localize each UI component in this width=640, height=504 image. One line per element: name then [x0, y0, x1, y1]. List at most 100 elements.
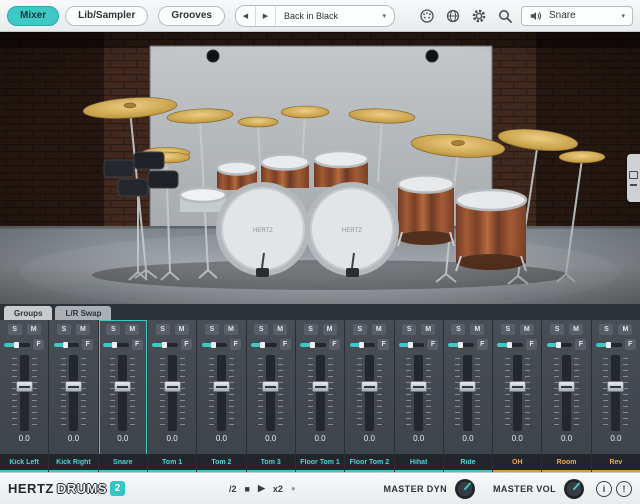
- solo-button[interactable]: S: [156, 324, 170, 335]
- mute-button[interactable]: M: [175, 324, 189, 335]
- fader-track[interactable]: [513, 355, 522, 431]
- record-dot-button[interactable]: ●: [291, 484, 296, 493]
- stage-side-panel-tab[interactable]: [627, 154, 640, 202]
- fader-flip-button[interactable]: F: [378, 339, 389, 350]
- gear-icon[interactable]: [469, 6, 489, 26]
- mute-button[interactable]: M: [372, 324, 386, 335]
- pan-slider[interactable]: [399, 343, 425, 347]
- fader-flip-button[interactable]: F: [477, 339, 488, 350]
- solo-button[interactable]: S: [501, 324, 515, 335]
- fader-track[interactable]: [20, 355, 29, 431]
- volume-fader[interactable]: [406, 355, 431, 431]
- mute-button[interactable]: M: [520, 324, 534, 335]
- search-icon[interactable]: [495, 6, 515, 26]
- fader-flip-button[interactable]: F: [82, 339, 93, 350]
- preset-name-dropdown[interactable]: Back in Black ▾: [276, 6, 394, 26]
- fader-cap[interactable]: [114, 381, 131, 392]
- solo-button[interactable]: S: [402, 324, 416, 335]
- channel-name[interactable]: Room: [542, 454, 590, 472]
- pan-handle[interactable]: [162, 342, 167, 348]
- volume-fader[interactable]: [505, 355, 530, 431]
- fader-track[interactable]: [168, 355, 177, 431]
- solo-button[interactable]: S: [106, 324, 120, 335]
- mute-button[interactable]: M: [224, 324, 238, 335]
- pan-handle[interactable]: [606, 342, 611, 348]
- stop-button[interactable]: ■: [245, 484, 250, 494]
- pan-handle[interactable]: [408, 342, 413, 348]
- fader-cap[interactable]: [16, 381, 33, 392]
- fader-flip-button[interactable]: F: [181, 339, 192, 350]
- half-tempo-button[interactable]: /2: [229, 484, 237, 494]
- pan-slider[interactable]: [350, 343, 376, 347]
- mute-button[interactable]: M: [323, 324, 337, 335]
- volume-fader[interactable]: [455, 355, 480, 431]
- channel-name[interactable]: Floor Tom 2: [345, 454, 393, 472]
- preset-next-button[interactable]: ▶: [256, 6, 276, 26]
- pan-handle[interactable]: [310, 342, 315, 348]
- instrument-selector[interactable]: Snare ▾: [521, 6, 633, 26]
- fader-track[interactable]: [365, 355, 374, 431]
- pan-slider[interactable]: [596, 343, 622, 347]
- volume-fader[interactable]: [603, 355, 628, 431]
- mute-button[interactable]: M: [273, 324, 287, 335]
- channel-name[interactable]: Kick Right: [49, 454, 97, 472]
- pan-slider[interactable]: [4, 343, 30, 347]
- pan-handle[interactable]: [63, 342, 68, 348]
- volume-fader[interactable]: [12, 355, 37, 431]
- fader-cap[interactable]: [509, 381, 526, 392]
- fader-cap[interactable]: [607, 381, 624, 392]
- alert-button[interactable]: !: [616, 481, 632, 497]
- play-button[interactable]: ▶: [258, 483, 265, 494]
- fader-track[interactable]: [463, 355, 472, 431]
- solo-button[interactable]: S: [8, 324, 22, 335]
- pan-slider[interactable]: [251, 343, 277, 347]
- fader-cap[interactable]: [312, 381, 329, 392]
- fader-track[interactable]: [316, 355, 325, 431]
- pan-handle[interactable]: [556, 342, 561, 348]
- channel-name[interactable]: Hihat: [395, 454, 443, 472]
- solo-button[interactable]: S: [451, 324, 465, 335]
- fader-cap[interactable]: [361, 381, 378, 392]
- tab-mixer[interactable]: Mixer: [7, 6, 59, 26]
- solo-button[interactable]: S: [57, 324, 71, 335]
- channel-name[interactable]: Floor Tom 1: [296, 454, 344, 472]
- fader-cap[interactable]: [65, 381, 82, 392]
- channel-name[interactable]: Tom 1: [148, 454, 196, 472]
- pan-slider[interactable]: [103, 343, 129, 347]
- solo-button[interactable]: S: [550, 324, 564, 335]
- solo-button[interactable]: S: [205, 324, 219, 335]
- fader-flip-button[interactable]: F: [526, 339, 537, 350]
- fader-track[interactable]: [611, 355, 620, 431]
- solo-button[interactable]: S: [254, 324, 268, 335]
- fader-flip-button[interactable]: F: [280, 339, 291, 350]
- fader-flip-button[interactable]: F: [132, 339, 143, 350]
- channel-name[interactable]: Kick Left: [0, 454, 48, 472]
- drum-kit-view[interactable]: HERTZ HERTZ: [0, 32, 640, 304]
- volume-fader[interactable]: [61, 355, 86, 431]
- pan-slider[interactable]: [448, 343, 474, 347]
- fader-track[interactable]: [69, 355, 78, 431]
- fader-cap[interactable]: [262, 381, 279, 392]
- fader-cap[interactable]: [459, 381, 476, 392]
- solo-button[interactable]: S: [304, 324, 318, 335]
- mute-button[interactable]: M: [76, 324, 90, 335]
- master-dyn-knob[interactable]: [454, 478, 476, 500]
- fader-flip-button[interactable]: F: [625, 339, 636, 350]
- fader-cap[interactable]: [558, 381, 575, 392]
- fader-cap[interactable]: [213, 381, 230, 392]
- tab-grooves[interactable]: Grooves: [158, 6, 225, 26]
- fader-flip-button[interactable]: F: [329, 339, 340, 350]
- fader-flip-button[interactable]: F: [427, 339, 438, 350]
- fader-flip-button[interactable]: F: [575, 339, 586, 350]
- mute-button[interactable]: M: [125, 324, 139, 335]
- solo-button[interactable]: S: [353, 324, 367, 335]
- tab-lib-sampler[interactable]: Lib/Sampler: [65, 6, 148, 26]
- pan-slider[interactable]: [152, 343, 178, 347]
- channel-name[interactable]: OH: [493, 454, 541, 472]
- volume-fader[interactable]: [308, 355, 333, 431]
- globe-icon[interactable]: [443, 6, 463, 26]
- mute-button[interactable]: M: [421, 324, 435, 335]
- mute-button[interactable]: M: [618, 324, 632, 335]
- mute-button[interactable]: M: [470, 324, 484, 335]
- pan-slider[interactable]: [547, 343, 573, 347]
